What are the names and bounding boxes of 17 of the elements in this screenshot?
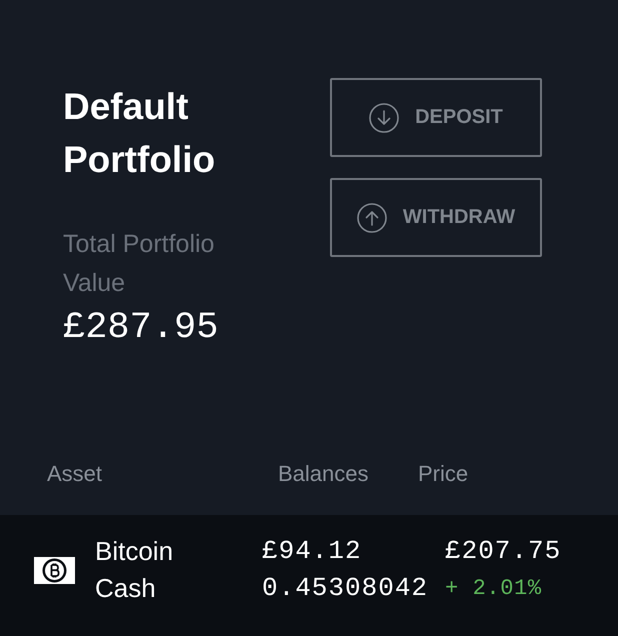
column-header: Asset <box>47 460 102 488</box>
deposit-button[interactable]: DEPOSIT <box>330 78 542 157</box>
fiat-balance: £94.12 <box>262 535 362 568</box>
column-header: Balances <box>278 460 369 488</box>
coin-icon <box>34 557 75 584</box>
asset-price: £207.75 <box>445 535 562 568</box>
asset-name: Bitcoin Cash <box>95 535 174 605</box>
value-label: Total Portfolio Value <box>63 229 216 299</box>
withdraw-button[interactable]: WITHDRAW <box>330 178 542 257</box>
asset-row[interactable]: Bitcoin Cash £94.12 0.45308042 £207.75 + 2.01% <box>0 515 618 636</box>
portfolio-title: Default Portfolio <box>63 85 216 182</box>
crypto-balance: 0.45308042 <box>262 572 428 605</box>
arrow-up-circle-icon <box>356 202 387 232</box>
arrow-down-circle-icon <box>369 102 400 132</box>
price-change: + 2.01% <box>445 575 542 603</box>
portfolio-value: £287.95 <box>63 306 218 350</box>
column-header: Price <box>418 460 468 488</box>
